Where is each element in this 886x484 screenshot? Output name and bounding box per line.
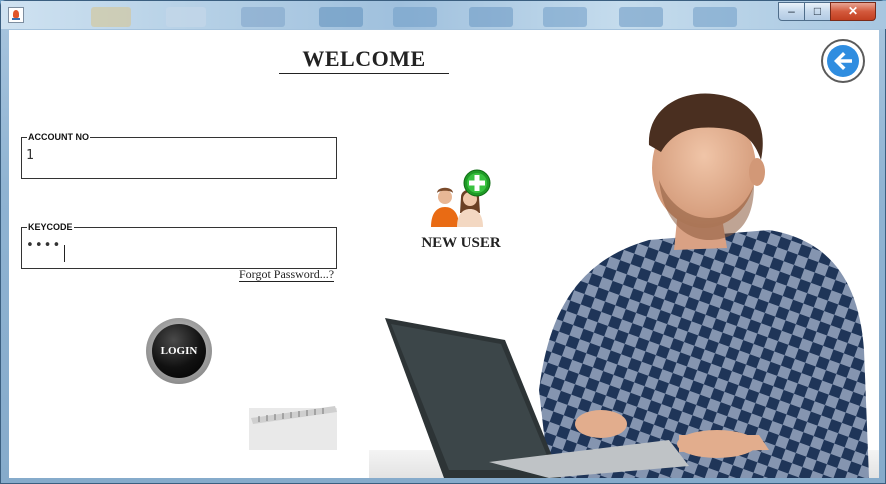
- login-panel: WELCOME ACCOUNT NO KEYCODE Forgot Passwo…: [9, 30, 879, 478]
- page-title: WELCOME: [279, 46, 449, 74]
- taskbar-thumb: [319, 7, 363, 27]
- login-button-label: LOGIN: [152, 324, 206, 378]
- window-frame: – □ ✕ WELCOME ACCOUNT NO 1 KEYCODE •••• …: [0, 0, 886, 484]
- man-with-laptop-photo: [369, 93, 879, 478]
- maximize-button[interactable]: □: [804, 2, 831, 21]
- taskbar-thumb: [619, 7, 663, 27]
- account-no-input[interactable]: [26, 148, 316, 163]
- taskbar-thumb: [693, 7, 737, 27]
- back-arrow-icon: [827, 45, 859, 77]
- java-app-icon[interactable]: [8, 7, 24, 23]
- taskbar-thumb: [543, 7, 587, 27]
- forgot-password-link[interactable]: Forgot Password...?: [239, 268, 335, 282]
- notebook-image: [249, 406, 337, 450]
- title-bar[interactable]: – □ ✕: [1, 1, 886, 29]
- login-button[interactable]: LOGIN: [146, 318, 212, 384]
- keycode-label: KEYCODE: [28, 222, 73, 232]
- taskbar-thumb: [393, 7, 437, 27]
- new-user-label[interactable]: NEW USER: [406, 235, 516, 252]
- taskbar-thumb: [91, 7, 131, 27]
- close-button[interactable]: ✕: [830, 2, 876, 21]
- account-no-label: ACCOUNT NO: [28, 132, 89, 142]
- text-caret: [64, 245, 65, 262]
- account-no-group: ACCOUNT NO: [21, 132, 337, 179]
- add-user-icon[interactable]: [427, 169, 493, 229]
- taskbar-thumb: [469, 7, 513, 27]
- keycode-group: KEYCODE: [21, 222, 337, 269]
- taskbar-thumb: [241, 7, 285, 27]
- back-button[interactable]: [821, 39, 865, 83]
- taskbar-thumb: [166, 7, 206, 27]
- minimize-button[interactable]: –: [778, 2, 805, 21]
- keycode-input[interactable]: [26, 238, 316, 253]
